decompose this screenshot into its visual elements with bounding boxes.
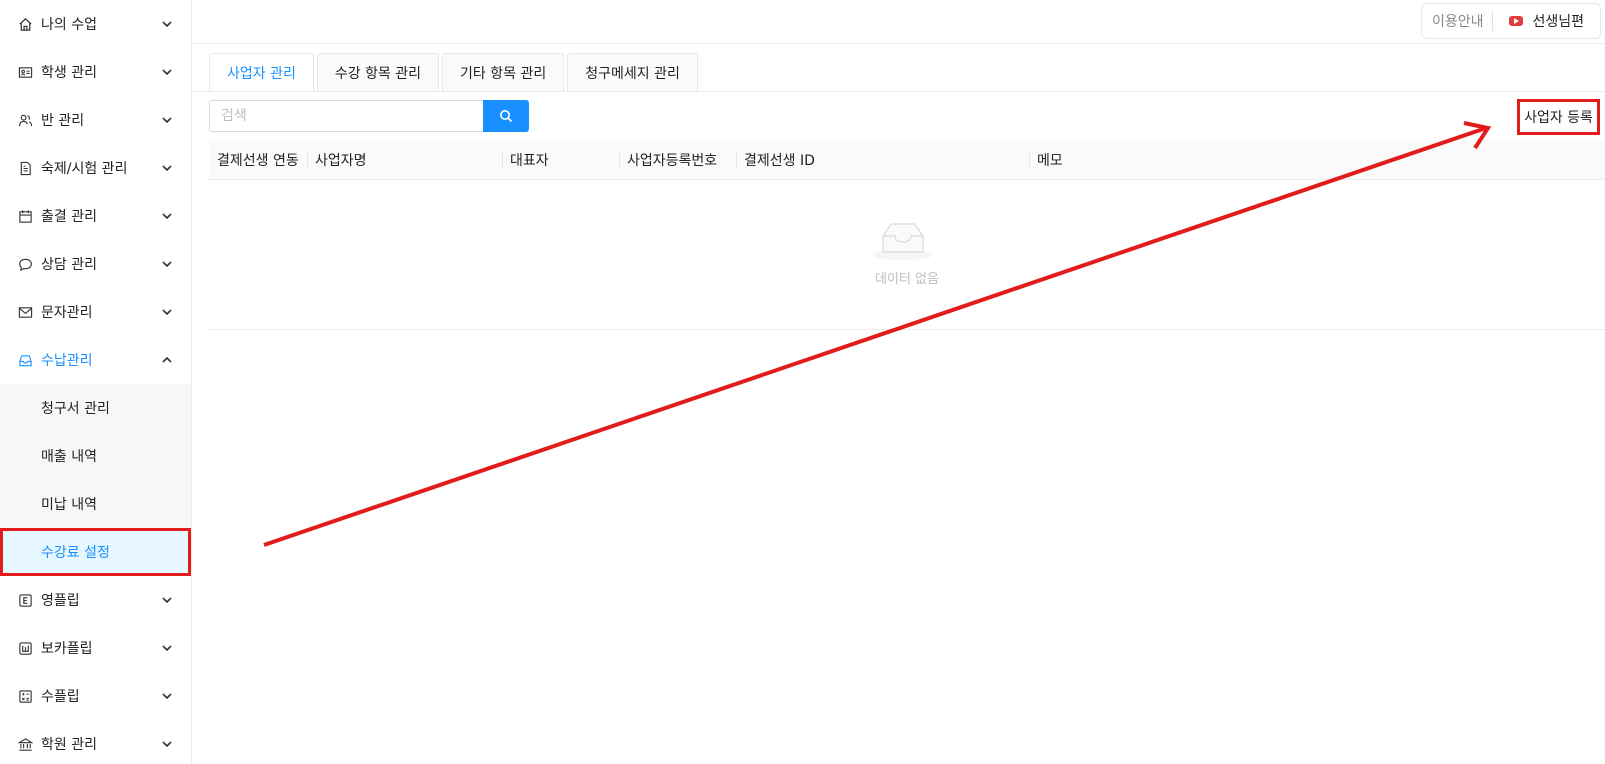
sidebar-item-attendance[interactable]: 출결 관리 xyxy=(0,192,191,240)
chevron-up-icon xyxy=(162,356,172,363)
table-empty-state: 데이터 없음 xyxy=(209,180,1605,330)
chevron-down-icon xyxy=(162,213,172,220)
tabs-divider xyxy=(192,91,1605,92)
sidebar-item-youngflip[interactable]: 영플립 xyxy=(0,576,191,624)
sidebar-item-label: 문자관리 xyxy=(41,305,93,321)
teacher-guide-link[interactable]: 선생님편 xyxy=(1508,11,1585,31)
column-header-payment-id: 결제선생 ID xyxy=(736,140,1029,180)
sidebar-item-label: 상담 관리 xyxy=(41,257,97,273)
sidebar-item-label: 수플립 xyxy=(41,689,80,705)
search-bar xyxy=(209,100,529,132)
chat-icon xyxy=(17,256,33,272)
column-header-representative: 대표자 xyxy=(502,140,619,180)
calendar-icon xyxy=(17,208,33,224)
sidebar-item-label: 출결 관리 xyxy=(41,209,97,225)
chevron-down-icon xyxy=(162,645,172,652)
chevron-down-icon xyxy=(162,261,172,268)
column-header-memo: 메모 xyxy=(1029,140,1605,180)
sidebar: 나의 수업 학생 관리 반 관리 숙제/시험 관리 출결 관리 상담 관리 문자… xyxy=(0,0,192,764)
sidebar-item-label: 학원 관리 xyxy=(41,737,97,753)
register-business-button[interactable]: 사업자 등록 xyxy=(1517,99,1600,135)
sidebar-item-homework[interactable]: 숙제/시험 관리 xyxy=(0,144,191,192)
chevron-down-icon xyxy=(162,693,172,700)
tab-other-items[interactable]: 기타 항목 관리 xyxy=(442,53,565,92)
youtube-icon xyxy=(1508,16,1523,26)
chevron-down-icon xyxy=(162,309,172,316)
chevron-down-icon xyxy=(162,69,172,76)
calculator-icon xyxy=(17,688,33,704)
document-icon xyxy=(17,160,33,176)
sidebar-item-payment[interactable]: 수납관리 xyxy=(0,336,191,384)
sidebar-item-academy[interactable]: 학원 관리 xyxy=(0,720,191,764)
users-icon xyxy=(17,112,33,128)
sidebar-item-my-class[interactable]: 나의 수업 xyxy=(0,0,191,48)
payment-submenu: 청구서 관리 매출 내역 미납 내역 수강료 설정 xyxy=(0,384,191,576)
help-link[interactable]: 이용안내 xyxy=(1432,11,1493,31)
header-actions: 이용안내 선생님편 xyxy=(1421,3,1601,39)
bank-icon xyxy=(17,736,33,752)
sidebar-item-vocaflip[interactable]: 보카플립 xyxy=(0,624,191,672)
column-header-business-name: 사업자명 xyxy=(307,140,502,180)
letter-e-icon xyxy=(17,592,33,608)
settings-tabs: 사업자 관리 수강 항목 관리 기타 항목 관리 청구메세지 관리 xyxy=(209,53,701,92)
top-header: 이용안내 선생님편 xyxy=(192,0,1605,44)
letter-w-icon xyxy=(17,640,33,656)
sidebar-item-label: 수납관리 xyxy=(41,353,93,369)
sidebar-item-student[interactable]: 학생 관리 xyxy=(0,48,191,96)
sidebar-item-label: 학생 관리 xyxy=(41,65,97,81)
teacher-guide-label: 선생님편 xyxy=(1532,14,1585,30)
chevron-down-icon xyxy=(162,21,172,28)
sidebar-item-suflip[interactable]: 수플립 xyxy=(0,672,191,720)
mail-icon xyxy=(17,304,33,320)
sidebar-item-label: 반 관리 xyxy=(41,113,85,129)
search-icon xyxy=(500,110,513,123)
sidebar-item-label: 영플립 xyxy=(41,593,80,609)
sidebar-item-label: 보카플립 xyxy=(41,641,93,657)
home-icon xyxy=(17,16,33,32)
app-root: 나의 수업 학생 관리 반 관리 숙제/시험 관리 출결 관리 상담 관리 문자… xyxy=(0,0,1605,764)
chevron-down-icon xyxy=(162,597,172,604)
chevron-down-icon xyxy=(162,741,172,748)
inbox-icon xyxy=(17,352,33,368)
sidebar-item-class[interactable]: 반 관리 xyxy=(0,96,191,144)
chevron-down-icon xyxy=(162,117,172,124)
tab-billing-message[interactable]: 청구메세지 관리 xyxy=(567,53,698,92)
column-header-payment-link: 결제선생 연동 xyxy=(217,153,299,169)
column-header-registration-number: 사업자등록번호 xyxy=(619,140,736,180)
sidebar-item-sms[interactable]: 문자관리 xyxy=(0,288,191,336)
sidebar-item-counseling[interactable]: 상담 관리 xyxy=(0,240,191,288)
id-card-icon xyxy=(17,64,33,80)
tab-business-management[interactable]: 사업자 관리 xyxy=(209,53,314,92)
business-table: 결제선생 연동 사업자명 대표자 사업자등록번호 결제선생 ID 메모 데이터 … xyxy=(209,140,1605,330)
search-input[interactable] xyxy=(209,100,483,132)
submenu-item-invoices[interactable]: 청구서 관리 xyxy=(0,384,191,432)
empty-inbox-icon xyxy=(873,223,933,260)
sidebar-item-label: 숙제/시험 관리 xyxy=(41,161,128,177)
chevron-down-icon xyxy=(162,165,172,172)
table-header: 결제선생 연동 사업자명 대표자 사업자등록번호 결제선생 ID 메모 xyxy=(209,140,1605,180)
submenu-item-sales[interactable]: 매출 내역 xyxy=(0,432,191,480)
search-button[interactable] xyxy=(483,100,529,132)
sidebar-item-label: 나의 수업 xyxy=(41,17,97,33)
empty-state-text: 데이터 없음 xyxy=(875,272,939,287)
tab-course-items[interactable]: 수강 항목 관리 xyxy=(316,53,440,92)
submenu-item-tuition-settings[interactable]: 수강료 설정 xyxy=(0,528,191,576)
submenu-item-unpaid[interactable]: 미납 내역 xyxy=(0,480,191,528)
